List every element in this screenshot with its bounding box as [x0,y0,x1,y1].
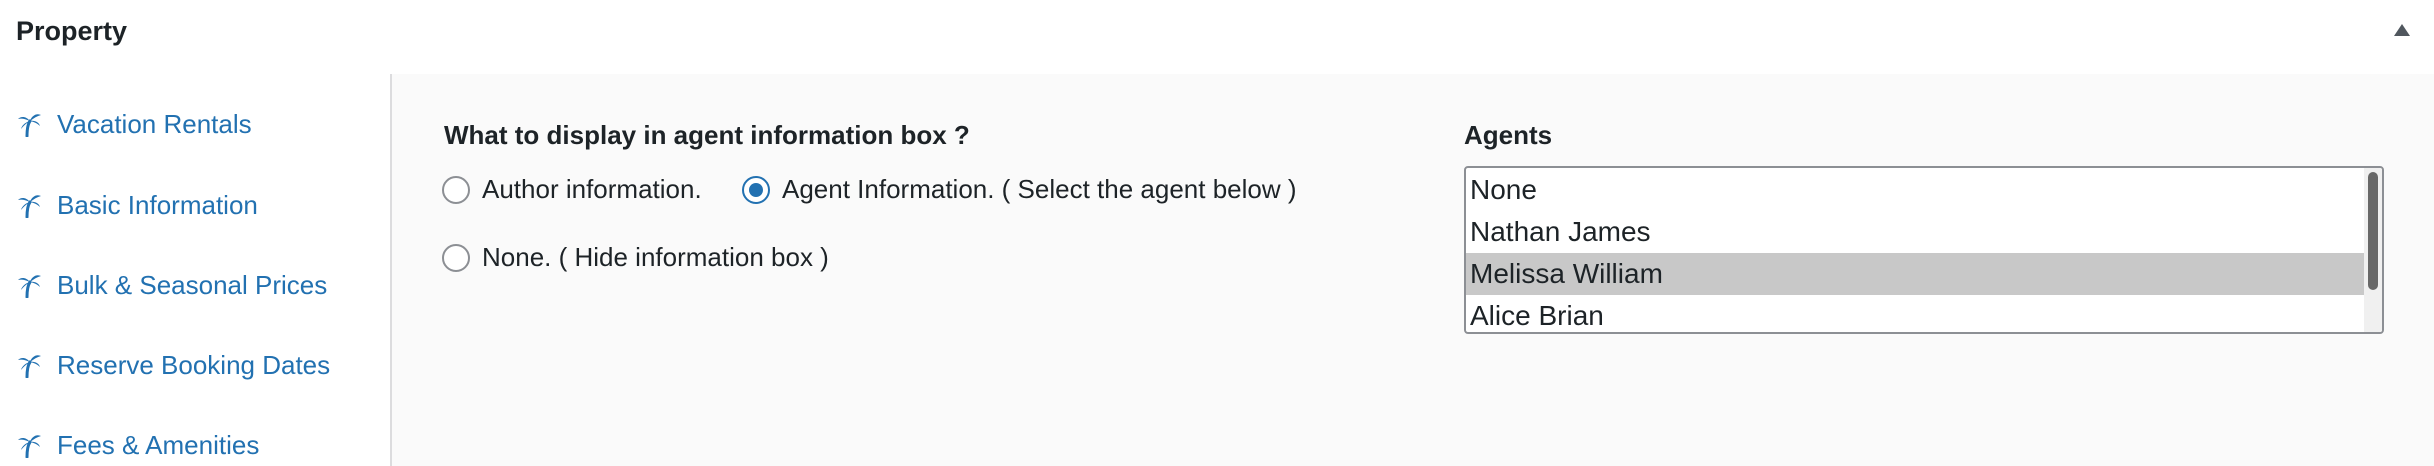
agent-settings-panel: What to display in agent information box… [392,74,2434,466]
agents-label: Agents [1464,120,1553,150]
sidebar-item-label: Bulk & Seasonal Prices [57,269,328,300]
radio-label: None. ( Hide information box ) [482,242,829,272]
property-meta-box: Property Vacation Rentals Basic Informat… [0,0,2434,466]
triangle-up-icon [2394,24,2410,36]
sidebar-item-reserve-booking-dates[interactable]: Reserve Booking Dates [16,340,330,390]
radio-button[interactable] [742,175,770,204]
palm-tree-icon [18,114,41,137]
agent-option[interactable]: Nathan James [1466,211,2364,253]
palm-tree-icon [18,435,41,458]
radio-agent-information[interactable]: Agent Information. ( Select the agent be… [742,174,1297,205]
sidebar-item-label: Fees & Amenities [57,429,260,460]
radio-label: Author information. [482,174,702,204]
listbox-scrollbar[interactable] [2364,168,2382,332]
panel-header: Property [0,0,2434,64]
radio-author-information[interactable]: Author information. [442,174,702,205]
palm-tree-icon [18,275,41,298]
agent-option[interactable]: Alice Brian [1466,295,2364,332]
agent-option-selected[interactable]: Melissa William [1466,253,2364,295]
panel-title: Property [16,16,128,46]
agents-listbox[interactable]: None Nathan James Melissa William Alice … [1464,166,2384,334]
sidebar-tabs: Vacation Rentals Basic Information Bulk … [0,74,392,466]
palm-tree-icon [18,195,41,218]
sidebar-item-bulk-seasonal-prices[interactable]: Bulk & Seasonal Prices [16,260,327,310]
agent-option[interactable]: None [1466,169,2364,211]
scrollbar-thumb[interactable] [2368,172,2378,290]
sidebar-item-basic-information[interactable]: Basic Information [16,180,258,230]
palm-tree-icon [18,355,41,378]
sidebar-item-fees-amenities[interactable]: Fees & Amenities [16,420,259,466]
collapse-toggle-button[interactable] [2370,0,2434,64]
radio-label: Agent Information. ( Select the agent be… [782,174,1297,204]
sidebar-item-vacation-rentals[interactable]: Vacation Rentals [16,99,252,149]
radio-button[interactable] [442,243,470,272]
sidebar-item-label: Reserve Booking Dates [57,349,331,380]
radio-none[interactable]: None. ( Hide information box ) [442,242,829,273]
sidebar-item-label: Basic Information [57,189,258,220]
radio-button[interactable] [442,175,470,204]
agent-box-question: What to display in agent information box… [444,120,970,150]
sidebar-item-label: Vacation Rentals [57,108,252,139]
